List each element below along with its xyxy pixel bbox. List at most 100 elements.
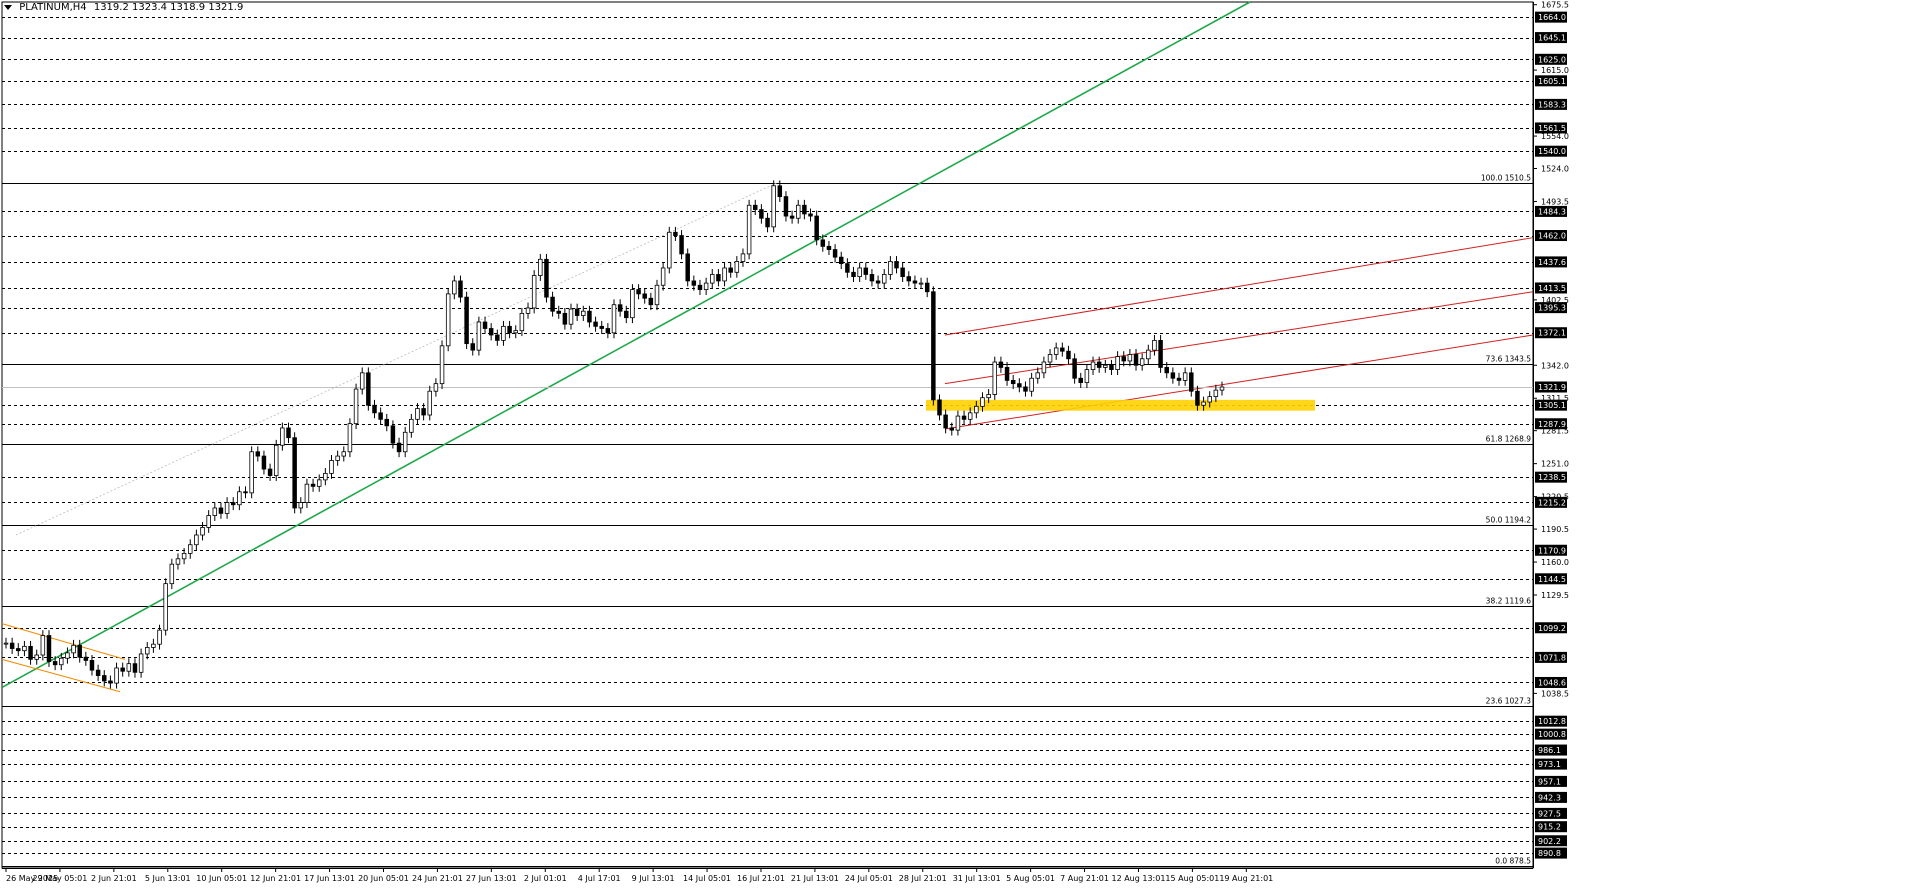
candle-body [765, 217, 770, 228]
price-level-badge-label: 1395.3 [1538, 304, 1566, 313]
price-level-badge-label: 1561.5 [1538, 124, 1566, 133]
candle-body [390, 425, 396, 444]
candle-body [697, 284, 703, 290]
candle-body [845, 263, 850, 273]
price-level-badge-label: 1048.6 [1538, 678, 1566, 687]
candle-body [1023, 386, 1028, 392]
candle-body [1010, 380, 1016, 385]
candle-body [433, 383, 439, 392]
candle-body [654, 284, 660, 306]
price-axis-label: 1251.0 [1541, 460, 1569, 469]
candle-body [323, 472, 328, 481]
candle-body [556, 310, 561, 314]
candle-body [415, 408, 420, 420]
candle-body [59, 657, 64, 666]
candle-body [771, 185, 776, 228]
candle-body [796, 204, 801, 219]
candle-body [759, 209, 764, 219]
price-level-badge-label: 1413.5 [1538, 284, 1566, 293]
price-level-badge-label: 1540.0 [1538, 147, 1566, 156]
candle-body [814, 215, 819, 241]
candle-body [427, 390, 433, 416]
candle-body [138, 653, 144, 673]
price-level-badge-label: 1625.0 [1538, 55, 1566, 64]
candle-body [691, 280, 697, 286]
time-axis-label: 9 Jul 13:01 [632, 874, 675, 883]
candle-body [832, 249, 838, 258]
candle-body [243, 491, 248, 494]
candle-body [1090, 361, 1096, 370]
time-axis-label: 14 Jul 05:01 [683, 874, 731, 883]
candle-body [132, 663, 138, 673]
candle-body [71, 644, 76, 654]
candle-body [470, 343, 475, 351]
candle-body [359, 372, 365, 390]
candle-body [703, 282, 709, 290]
time-axis-label: 12 Aug 13:01 [1111, 874, 1165, 883]
candle-body [617, 304, 623, 312]
price-level-badge-label: 1071.8 [1538, 653, 1566, 662]
candle-body [329, 460, 334, 474]
candle-body [1072, 358, 1077, 379]
candle-body [83, 656, 89, 661]
candle-body [605, 328, 611, 334]
candle-body [218, 507, 224, 514]
price-level-badge-label: 1583.3 [1538, 100, 1566, 109]
candle-body [531, 275, 537, 309]
candle-body [212, 507, 218, 516]
price-axis-label: 1342.0 [1541, 361, 1569, 370]
candle-body [488, 328, 494, 336]
candle-body [1053, 347, 1059, 355]
price-level-badge-label: 1484.3 [1538, 207, 1566, 216]
candle-body [280, 427, 285, 446]
candle-body [1164, 367, 1169, 374]
fibonacci-label: 73.6 1343.5 [1486, 355, 1532, 364]
price-chart[interactable]: 100.0 1510.5 73.6 1343.5 61.8 1268.9 50.0 1… [0, 0, 1916, 888]
candle-body [175, 558, 181, 565]
time-axis-label: 2 Jul 01:01 [524, 874, 567, 883]
candle-body [224, 502, 230, 514]
candle-body [857, 267, 862, 278]
candle-body [22, 645, 27, 652]
candle-body [1219, 386, 1225, 391]
candle-body [347, 423, 353, 453]
candle-body [1133, 354, 1139, 366]
price-level-badge-label: 1144.5 [1538, 575, 1566, 584]
candle-body [1060, 347, 1065, 352]
candle-body [501, 325, 506, 341]
candle-body [157, 629, 162, 645]
candle-body [734, 261, 740, 273]
candle-body [1066, 350, 1071, 360]
candle-body [230, 502, 236, 506]
collapse-triangle-icon[interactable] [4, 4, 12, 10]
candle-body [642, 293, 647, 299]
candle-body [961, 415, 967, 420]
candle-body [200, 527, 205, 536]
fibonacci-label: 38.2 1119.6 [1486, 597, 1532, 606]
chart-canvas[interactable]: 100.0 1510.5 73.6 1343.5 61.8 1268.9 50.0 1… [0, 0, 1916, 888]
price-axis-label: 1615.0 [1541, 66, 1569, 75]
candle-body [194, 534, 199, 546]
candle-body [581, 310, 586, 316]
candle-body [409, 418, 414, 433]
candle-body [513, 330, 518, 334]
price-level-badge-label: 1462.0 [1538, 232, 1566, 241]
candle-body [820, 239, 826, 247]
candle-body [120, 667, 125, 672]
candle-body [28, 645, 33, 660]
candle-body [1213, 389, 1219, 398]
candle-body [826, 245, 832, 250]
price-level-badge-label: 986.1 [1538, 746, 1561, 755]
candle-body [267, 468, 273, 476]
candle-body [1176, 377, 1182, 381]
candle-body [525, 307, 531, 314]
time-axis-label: 16 Jul 21:01 [737, 874, 785, 883]
candle-body [931, 291, 936, 401]
candle-body [255, 451, 261, 457]
candle-body [949, 427, 955, 431]
candle-body [151, 643, 156, 648]
candle-body [1207, 396, 1212, 403]
candle-body [464, 296, 469, 345]
candle-body [114, 667, 119, 684]
candle-body [1195, 390, 1200, 406]
